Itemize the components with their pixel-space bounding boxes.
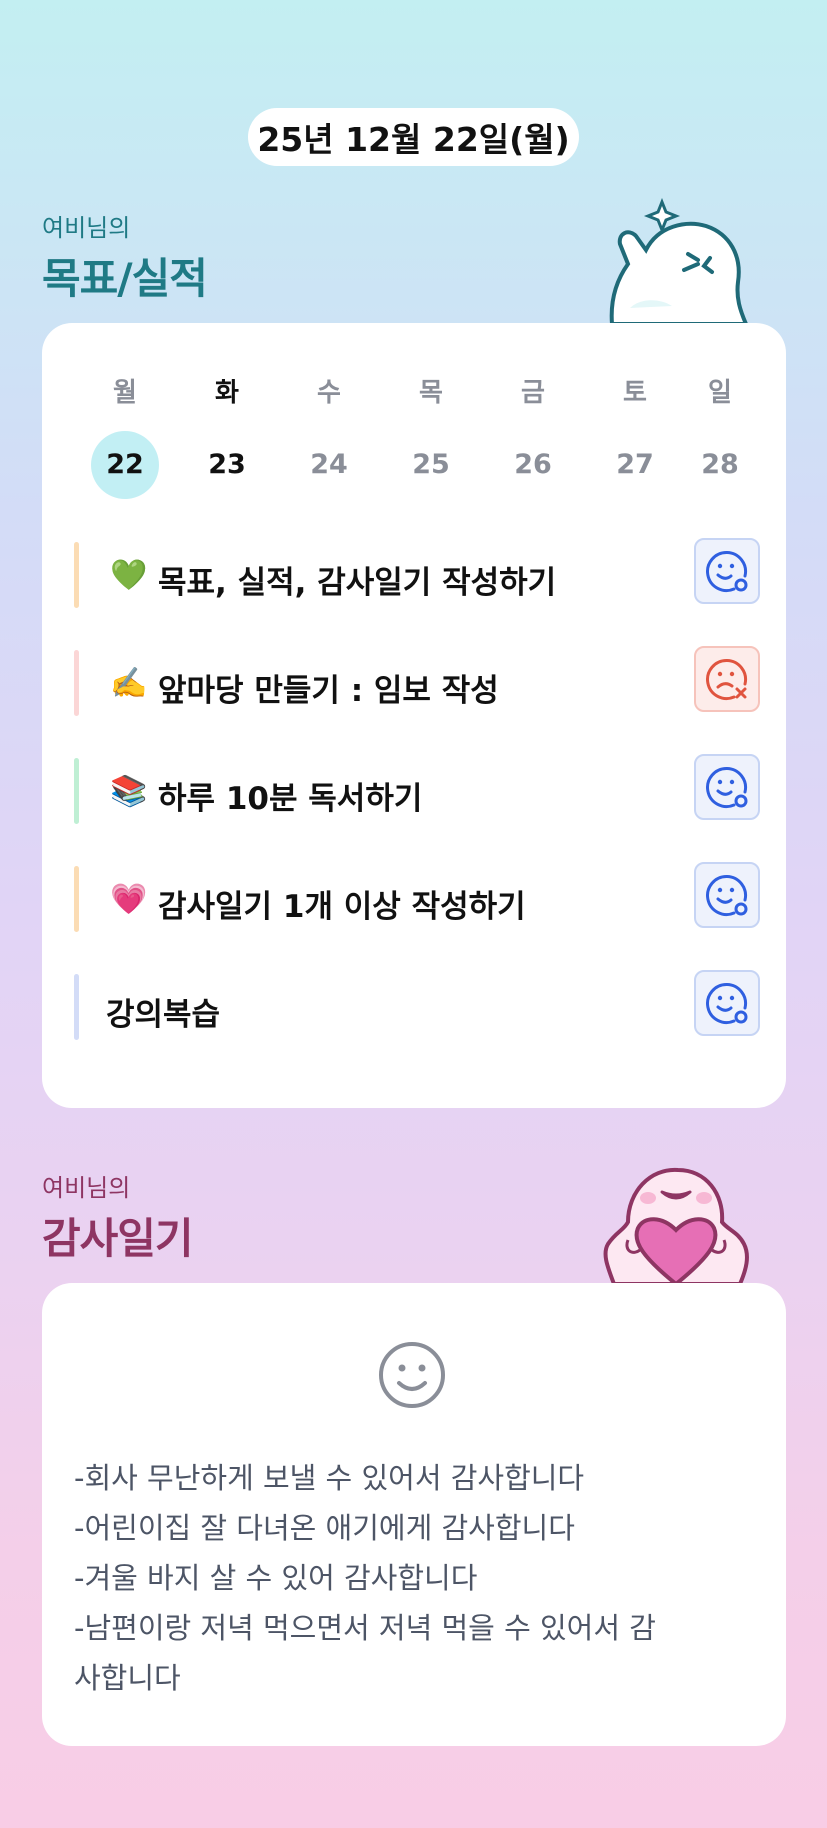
- goal-item[interactable]: 강의복습: [74, 970, 760, 1040]
- date-number: 23: [208, 449, 246, 480]
- goal-status-button[interactable]: [694, 646, 760, 712]
- weekday-label: 금: [521, 378, 545, 408]
- date-number: 24: [310, 449, 348, 480]
- gratitude-line: -남편이랑 저녁 먹으면서 저녁 먹을 수 있어서 감: [74, 1611, 656, 1645]
- weekday-label: 일: [708, 378, 732, 408]
- date-number: 22: [91, 431, 159, 499]
- goal-color-bar: [74, 650, 79, 716]
- green-heart-icon: 💚: [110, 558, 148, 593]
- goal-label: 앞마당 만들기 : 임보 작성: [158, 673, 499, 709]
- weekday-label: 수: [317, 378, 341, 408]
- week-day-mon[interactable]: 월 22: [74, 375, 176, 499]
- gratitude-title: 감사일기: [42, 1214, 194, 1263]
- goals-card: 월 22 화 23 수 24 목 25 금 26 토 27 일 28 💚 목표,…: [42, 323, 786, 1108]
- gratitude-card: -회사 무난하게 보낼 수 있어서 감사합니다 -어린이집 잘 다녀온 애기에게…: [42, 1283, 786, 1746]
- goal-status-button[interactable]: [694, 754, 760, 820]
- goal-label: 목표, 실적, 감사일기 작성하기: [158, 565, 557, 601]
- week-day-sun[interactable]: 일 28: [686, 375, 754, 499]
- goal-label: 감사일기 1개 이상 작성하기: [158, 889, 526, 925]
- week-day-sat[interactable]: 토 27: [584, 375, 686, 499]
- weekday-label: 화: [215, 378, 239, 408]
- gratitude-line: -겨울 바지 살 수 있어 감사합니다: [74, 1561, 478, 1595]
- week-day-tue[interactable]: 화 23: [176, 375, 278, 499]
- date-pill[interactable]: 25년 12월 22일(월): [248, 108, 579, 166]
- gratitude-subtitle: 여비님의: [42, 1174, 131, 1202]
- date-number: 27: [616, 449, 654, 480]
- week-selector: 월 22 화 23 수 24 목 25 금 26 토 27 일 28: [74, 375, 754, 499]
- week-day-thu[interactable]: 목 25: [380, 375, 482, 499]
- goal-color-bar: [74, 758, 79, 824]
- weekday-label: 목: [419, 378, 443, 408]
- week-day-wed[interactable]: 수 24: [278, 375, 380, 499]
- goals-subtitle: 여비님의: [42, 214, 131, 242]
- goal-item[interactable]: 💚 목표, 실적, 감사일기 작성하기: [74, 538, 760, 608]
- gratitude-line: -어린이집 잘 다녀온 애기에게 감사합니다: [74, 1511, 575, 1545]
- writing-hand-icon: ✍️: [110, 666, 148, 701]
- success-face-icon: [706, 875, 748, 917]
- heart-mascot-illustration: [603, 1167, 749, 1284]
- pink-heart-icon: 💗: [110, 882, 148, 917]
- goal-color-bar: [74, 866, 79, 932]
- date-number: 26: [514, 449, 552, 480]
- gratitude-line: -회사 무난하게 보낼 수 있어서 감사합니다: [74, 1461, 585, 1495]
- success-face-icon: [706, 983, 748, 1025]
- week-day-fri[interactable]: 금 26: [482, 375, 584, 499]
- goal-label: 강의복습: [106, 997, 221, 1033]
- goal-item[interactable]: ✍️ 앞마당 만들기 : 임보 작성: [74, 646, 760, 716]
- smiley-face-icon: [379, 1342, 445, 1408]
- goals-section-title: 여비님의 목표/실적: [42, 208, 208, 306]
- gratitude-text: -회사 무난하게 보낼 수 있어서 감사합니다 -어린이집 잘 다녀온 애기에게…: [74, 1453, 764, 1703]
- date-number: 28: [701, 449, 739, 480]
- goal-color-bar: [74, 542, 79, 608]
- goal-status-button[interactable]: [694, 970, 760, 1036]
- success-face-icon: [706, 767, 748, 809]
- fail-face-icon: [706, 659, 748, 701]
- books-icon: 📚: [110, 774, 148, 809]
- date-number: 25: [412, 449, 450, 480]
- waving-mascot-illustration: [609, 198, 749, 324]
- goal-status-button[interactable]: [694, 538, 760, 604]
- goal-item[interactable]: 💗 감사일기 1개 이상 작성하기: [74, 862, 760, 932]
- goals-title: 목표/실적: [42, 254, 208, 303]
- goal-color-bar: [74, 974, 79, 1040]
- goal-status-button[interactable]: [694, 862, 760, 928]
- weekday-label: 토: [623, 378, 647, 408]
- gratitude-line: 사합니다: [74, 1661, 181, 1695]
- success-face-icon: [706, 551, 748, 593]
- gratitude-section-title: 여비님의 감사일기: [42, 1168, 194, 1266]
- goal-item[interactable]: 📚 하루 10분 독서하기: [74, 754, 760, 824]
- goal-label: 하루 10분 독서하기: [158, 781, 423, 817]
- weekday-label: 월: [113, 378, 137, 408]
